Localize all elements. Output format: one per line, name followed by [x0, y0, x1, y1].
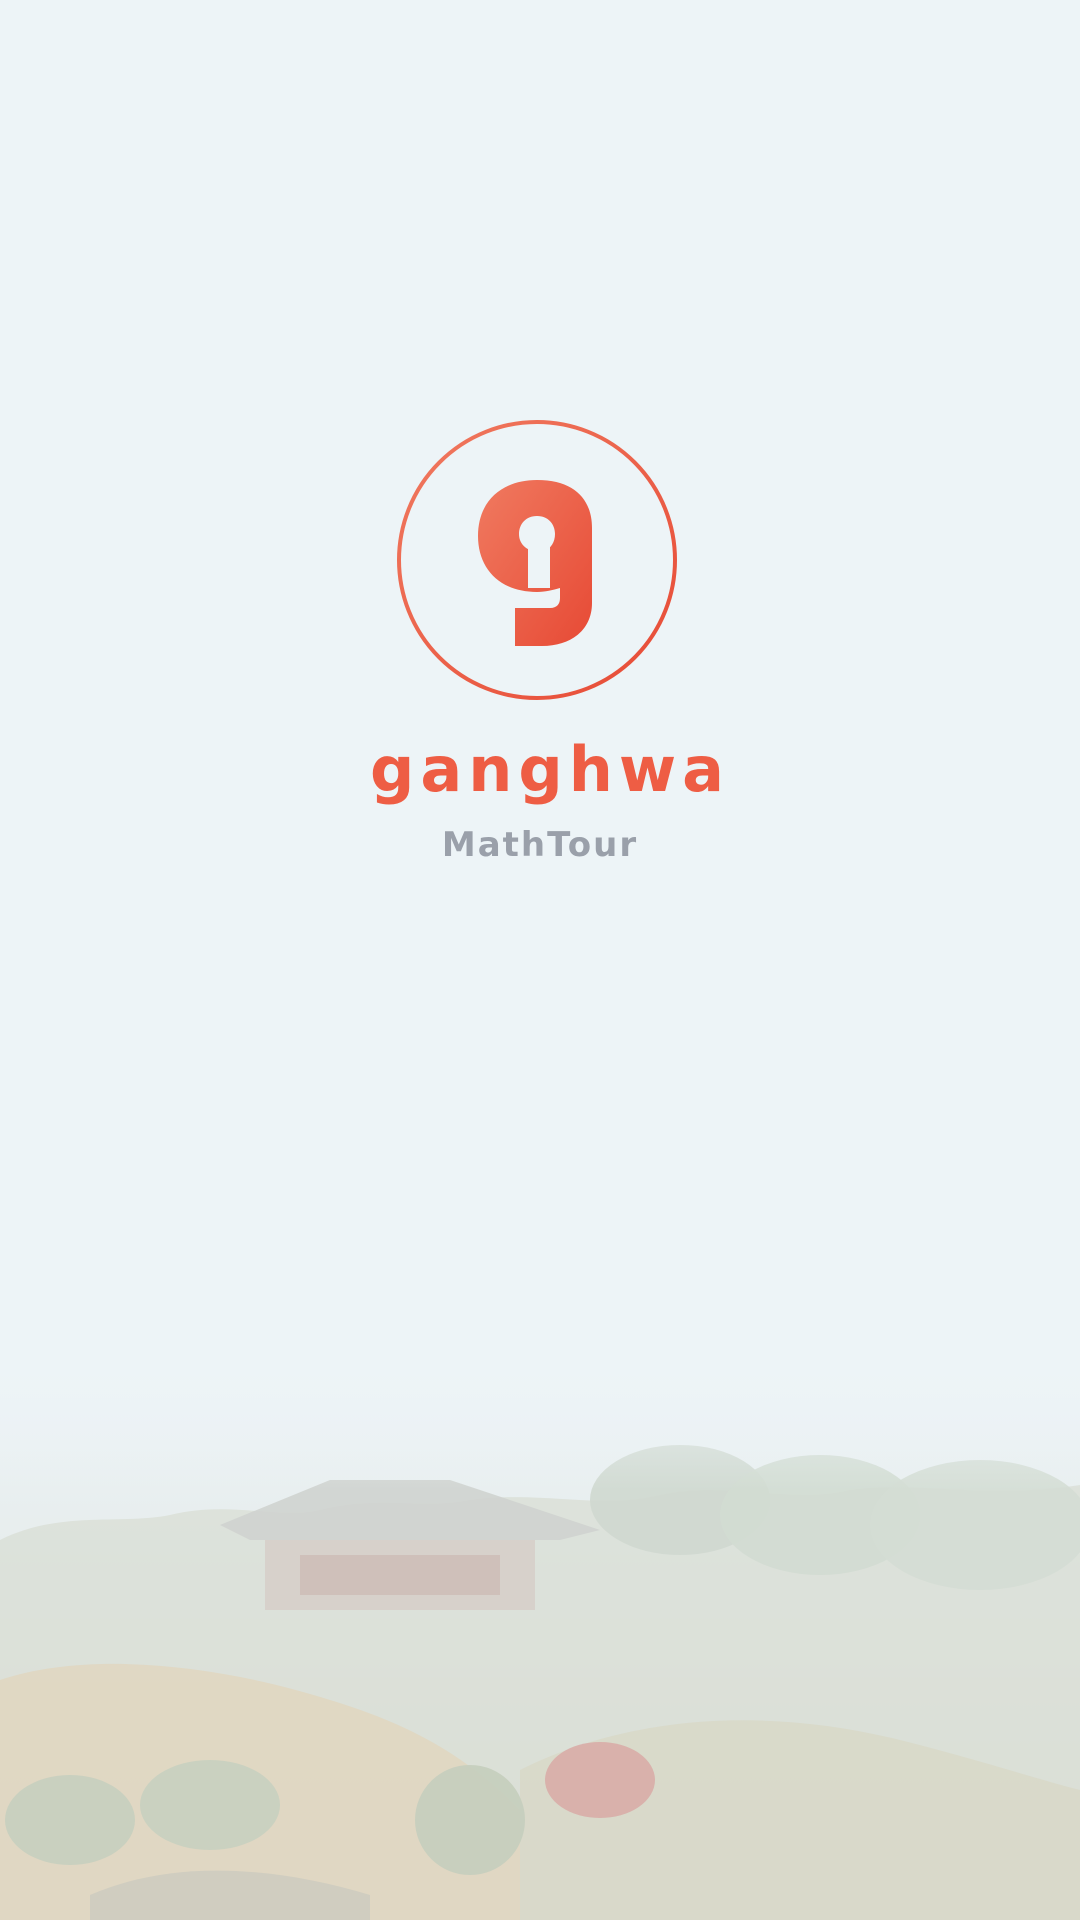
logo-block: ganghwa MathTour: [0, 0, 1080, 1000]
app-subtitle: MathTour: [441, 825, 639, 865]
logo-g-icon: [397, 420, 677, 700]
landscape-background: [0, 1350, 1080, 1920]
splash-screen: ganghwa MathTour: [0, 0, 1080, 1920]
app-logo-text: ganghwa: [370, 733, 730, 806]
